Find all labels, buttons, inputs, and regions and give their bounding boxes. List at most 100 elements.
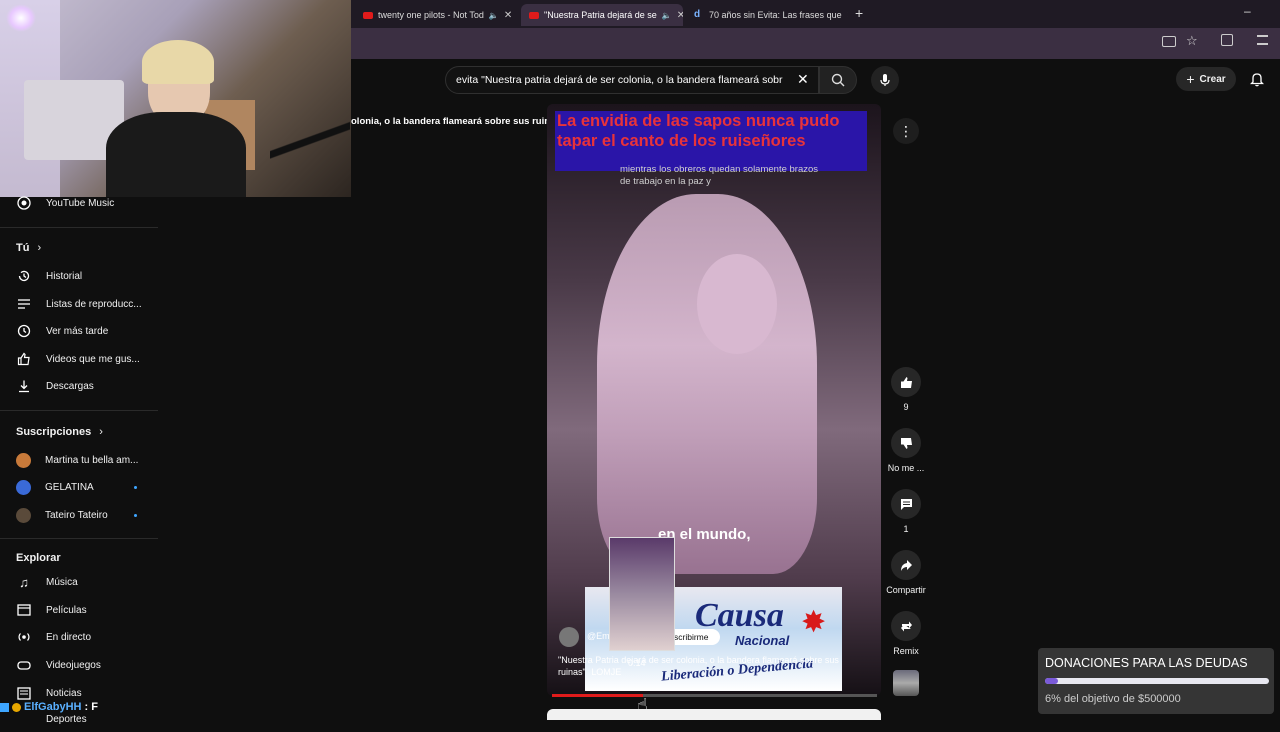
sidebar-item-music[interactable]: ♫ Música bbox=[10, 569, 158, 595]
dislike-button[interactable]: No me ... bbox=[884, 428, 928, 473]
video-overlay-title: La envidia de las sapos nunca pudo tapar… bbox=[555, 111, 867, 171]
new-tab-icon[interactable]: + bbox=[855, 5, 863, 21]
sidebar-divider bbox=[0, 410, 158, 411]
new-content-dot bbox=[134, 486, 137, 489]
install-app-icon[interactable] bbox=[1162, 36, 1176, 47]
sidebar-item-label: Películas bbox=[46, 604, 87, 616]
history-icon bbox=[16, 268, 32, 284]
next-short-preview[interactable] bbox=[547, 709, 881, 720]
sidebar-item-youtube-music[interactable]: YouTube Music bbox=[10, 190, 158, 216]
short-title[interactable]: "Nuestra Patria dejará de ser colonia, o… bbox=[558, 654, 868, 678]
logo-sub: Nacional bbox=[735, 633, 790, 648]
search-button[interactable] bbox=[819, 66, 857, 94]
microphone-icon bbox=[880, 74, 890, 86]
remix-button[interactable]: Remix bbox=[884, 611, 928, 656]
channel-avatar[interactable] bbox=[559, 627, 579, 647]
news-icon bbox=[16, 685, 32, 701]
share-icon bbox=[891, 550, 921, 580]
video-subtitle-top: mientras los obreros quedan solamente br… bbox=[620, 164, 819, 187]
close-tab-icon[interactable]: ✕ bbox=[504, 10, 512, 21]
video-progress-fill bbox=[552, 694, 643, 697]
sidebar-item-gaming[interactable]: Videojuegos bbox=[10, 652, 158, 678]
sidebar-item-liked-videos[interactable]: Videos que me gus... bbox=[10, 346, 158, 372]
sidebar-section-subscriptions[interactable]: Suscripciones › bbox=[16, 426, 103, 438]
sidebar-item-playlists[interactable]: Listas de reproducc... bbox=[10, 291, 158, 317]
avatar bbox=[16, 479, 31, 495]
thumb-down-icon bbox=[891, 428, 921, 458]
chat-message: ElfGabyHH : F bbox=[0, 701, 98, 713]
search-icon bbox=[831, 73, 845, 87]
speaker-icon: 🔈 bbox=[488, 10, 499, 20]
tab-twenty-one-pilots[interactable]: twenty one pilots - Not Tod 🔈 ✕ bbox=[355, 4, 517, 26]
channel-handle[interactable]: @Em bbox=[587, 631, 610, 641]
sidebar-divider bbox=[0, 227, 158, 228]
clear-search-icon[interactable]: ✕ bbox=[797, 71, 809, 88]
sidebar-item-downloads[interactable]: Descargas bbox=[10, 373, 158, 399]
sidebar-item-watch-later[interactable]: Ver más tarde bbox=[10, 318, 158, 344]
voice-search-button[interactable] bbox=[871, 66, 899, 94]
new-content-dot bbox=[134, 514, 137, 517]
streamer-body bbox=[106, 112, 246, 197]
youtube-favicon-icon bbox=[529, 11, 539, 19]
hover-preview-thumbnail: 0:14 bbox=[609, 537, 675, 668]
dislike-label: No me ... bbox=[887, 463, 925, 473]
tab-label: twenty one pilots - Not Tod bbox=[378, 10, 484, 20]
sidebar-item-historial[interactable]: Historial bbox=[10, 263, 158, 289]
sidebar-item-label: Música bbox=[46, 576, 78, 588]
notifications-icon[interactable] bbox=[1249, 72, 1265, 92]
sidebar-item-label: YouTube Music bbox=[46, 197, 115, 209]
more-options-icon[interactable]: ⋮ bbox=[893, 118, 919, 144]
site-favicon-icon: d bbox=[694, 9, 701, 20]
donation-progress-fill bbox=[1045, 678, 1058, 684]
donation-title: DONACIONES PARA LAS DEUDAS bbox=[1045, 656, 1248, 670]
close-tab-icon[interactable]: ✕ bbox=[847, 10, 848, 21]
sidebar-item-label: Videos que me gus... bbox=[46, 353, 140, 365]
video-frame-figure bbox=[597, 194, 817, 574]
sidebar-item-label: GELATINA bbox=[45, 481, 94, 493]
chat-badge-icon bbox=[12, 702, 21, 712]
thumb-up-icon bbox=[891, 367, 921, 397]
download-icon bbox=[16, 378, 32, 394]
film-icon bbox=[16, 602, 32, 618]
tab-nuestra-patria[interactable]: "Nuestra Patria dejará de se 🔈 ✕ bbox=[521, 4, 683, 26]
sidebar-item-live[interactable]: En directo bbox=[10, 624, 158, 650]
section-heading: Tú bbox=[16, 242, 30, 254]
sidebar-subscription-martina[interactable]: Martina tu bella am... bbox=[10, 447, 158, 473]
video-title-marquee: olonia, o la bandera flameará sobre sus … bbox=[351, 116, 566, 127]
create-button[interactable]: + Crear bbox=[1176, 67, 1236, 91]
share-button[interactable]: Compartir bbox=[884, 550, 928, 595]
sidebar-item-movies[interactable]: Películas bbox=[10, 597, 158, 623]
comment-icon bbox=[891, 489, 921, 519]
sidebar-item-label: Noticias bbox=[46, 687, 82, 699]
sidebar-item-label: Deportes bbox=[46, 713, 87, 725]
chat-text: : F bbox=[84, 701, 98, 713]
donation-progress-text: 6% del objetivo de $500000 bbox=[1045, 693, 1181, 705]
like-count: 9 bbox=[903, 402, 909, 412]
tab-70-anos-evita[interactable]: d 70 años sin Evita: Las frases que ✕ bbox=[686, 4, 848, 26]
section-heading: Suscripciones bbox=[16, 426, 92, 438]
comments-button[interactable]: 1 bbox=[884, 489, 928, 534]
minimize-icon[interactable]: – bbox=[1244, 4, 1251, 18]
trophy-icon bbox=[16, 711, 32, 727]
bookmark-star-icon[interactable]: ☆ bbox=[1186, 33, 1198, 49]
avatar bbox=[16, 452, 31, 468]
thumb-up-icon bbox=[16, 351, 32, 367]
lamp-light bbox=[6, 4, 36, 32]
chevron-right-icon: › bbox=[37, 242, 42, 254]
mic-arm bbox=[270, 100, 350, 197]
sidebar-item-label: En directo bbox=[46, 631, 92, 643]
browser-menu-icon[interactable] bbox=[1257, 35, 1268, 45]
speaker-icon: 🔈 bbox=[661, 10, 672, 20]
clock-icon bbox=[16, 323, 32, 339]
search-input[interactable]: evita "Nuestra patria dejará de ser colo… bbox=[445, 66, 819, 94]
sidebar-section-you[interactable]: Tú › bbox=[16, 242, 41, 254]
close-tab-icon[interactable]: ✕ bbox=[677, 10, 683, 21]
like-button[interactable]: 9 bbox=[884, 367, 928, 412]
comment-count: 1 bbox=[903, 524, 909, 534]
sidebar-item-label: Historial bbox=[46, 270, 83, 282]
tab-label: 70 años sin Evita: Las frases que bbox=[709, 10, 842, 20]
red-star-icon: ✸ bbox=[801, 606, 827, 639]
sound-thumbnail[interactable] bbox=[893, 670, 919, 696]
extensions-icon[interactable] bbox=[1221, 34, 1233, 46]
music-icon: ♫ bbox=[19, 574, 29, 590]
